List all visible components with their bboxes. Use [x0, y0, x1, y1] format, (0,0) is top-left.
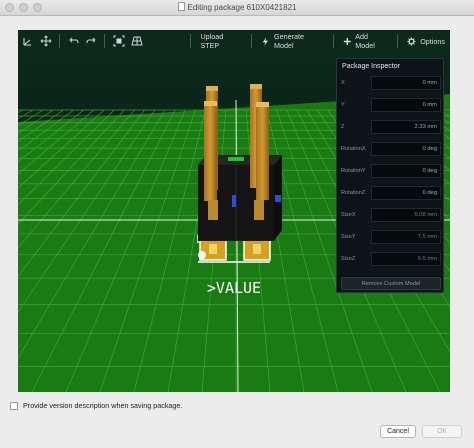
- toolbar-separator: [397, 34, 399, 48]
- silkscreen-value-text: >VALUE: [207, 279, 261, 297]
- field-size-y-value: 7.5 mm: [371, 230, 441, 244]
- ok-button[interactable]: OK: [422, 425, 462, 438]
- toolbar-separator: [190, 34, 192, 48]
- field-z-input[interactable]: 2.33 mm: [371, 120, 441, 134]
- redo-icon[interactable]: [83, 32, 100, 50]
- toolbar-separator: [104, 34, 106, 48]
- document-icon: [177, 2, 185, 11]
- field-x: X 0 mm: [341, 76, 441, 90]
- field-size-y-label: SizeY: [341, 234, 356, 240]
- field-y-input[interactable]: 0 mm: [371, 98, 441, 112]
- viewport-toolbar: Upload STEP Generate Model Add Model Opt…: [18, 30, 450, 52]
- field-size-y: SizeY 7.5 mm: [341, 230, 441, 244]
- field-size-x: SizeX 5.08 mm: [341, 208, 441, 222]
- field-y: Y 0 mm: [341, 98, 441, 112]
- window-titlebar: Editing package 610X0421821: [0, 0, 474, 16]
- add-model-label: Add Model: [355, 32, 375, 50]
- options-label: Options: [420, 36, 445, 46]
- move-icon[interactable]: [37, 32, 54, 50]
- field-z-label: Z: [341, 124, 345, 130]
- axis-gizmo-icon[interactable]: [19, 32, 36, 50]
- field-z: Z 2.33 mm: [341, 120, 441, 134]
- field-size-x-value: 5.08 mm: [371, 208, 441, 222]
- field-size-z: SizeZ 9.6 mm: [341, 252, 441, 266]
- toolbar-separator: [58, 34, 60, 48]
- upload-step-label: Upload STEP: [200, 32, 224, 50]
- field-rotation-y-label: RotationY: [341, 168, 366, 174]
- field-size-z-label: SizeZ: [341, 256, 356, 262]
- field-rotation-z: RotationZ 0 deg: [341, 186, 441, 200]
- field-size-x-label: SizeX: [341, 212, 356, 218]
- lightning-icon: [263, 36, 269, 46]
- generate-model-button[interactable]: Generate Model: [256, 32, 328, 50]
- version-description-option[interactable]: Provide version description when saving …: [10, 401, 182, 410]
- field-size-z-value: 9.6 mm: [371, 252, 441, 266]
- undo-icon[interactable]: [65, 32, 82, 50]
- gear-icon: [407, 36, 416, 46]
- field-y-label: Y: [341, 102, 345, 108]
- toolbar-separator: [332, 34, 334, 48]
- field-rotation-x: RotationX 0 deg: [341, 142, 441, 156]
- upload-step-button[interactable]: Upload STEP: [195, 32, 247, 50]
- grid-view-icon[interactable]: [129, 32, 146, 50]
- toolbar-separator: [251, 34, 253, 48]
- remove-custom-model-button[interactable]: Remove Custom Model: [341, 277, 441, 290]
- inspector-title: Package Inspector: [342, 63, 400, 70]
- field-rotation-y-input[interactable]: 0 deg: [371, 164, 441, 178]
- window-title-wrap: Editing package 610X0421821: [0, 2, 474, 12]
- field-rotation-x-label: RotationX: [341, 146, 366, 152]
- options-button[interactable]: Options: [402, 32, 450, 50]
- fit-view-icon[interactable]: [110, 32, 127, 50]
- field-rotation-z-label: RotationZ: [341, 190, 366, 196]
- field-rotation-x-input[interactable]: 0 deg: [371, 142, 441, 156]
- field-x-label: X: [341, 80, 345, 86]
- field-rotation-z-input[interactable]: 0 deg: [371, 186, 441, 200]
- window-title: Editing package 610X0421821: [187, 3, 297, 12]
- plus-icon: [343, 37, 351, 45]
- version-description-checkbox[interactable]: [10, 401, 18, 410]
- version-description-label: Provide version description when saving …: [23, 401, 183, 410]
- generate-model-label: Generate Model: [274, 32, 305, 50]
- package-inspector: Package Inspector X 0 mm Y 0 mm Z 2.33 m…: [336, 58, 444, 293]
- add-model-button[interactable]: Add Model: [338, 32, 394, 50]
- field-x-input[interactable]: 0 mm: [371, 76, 441, 90]
- cancel-button[interactable]: Cancel: [380, 425, 416, 438]
- field-rotation-y: RotationY 0 deg: [341, 164, 441, 178]
